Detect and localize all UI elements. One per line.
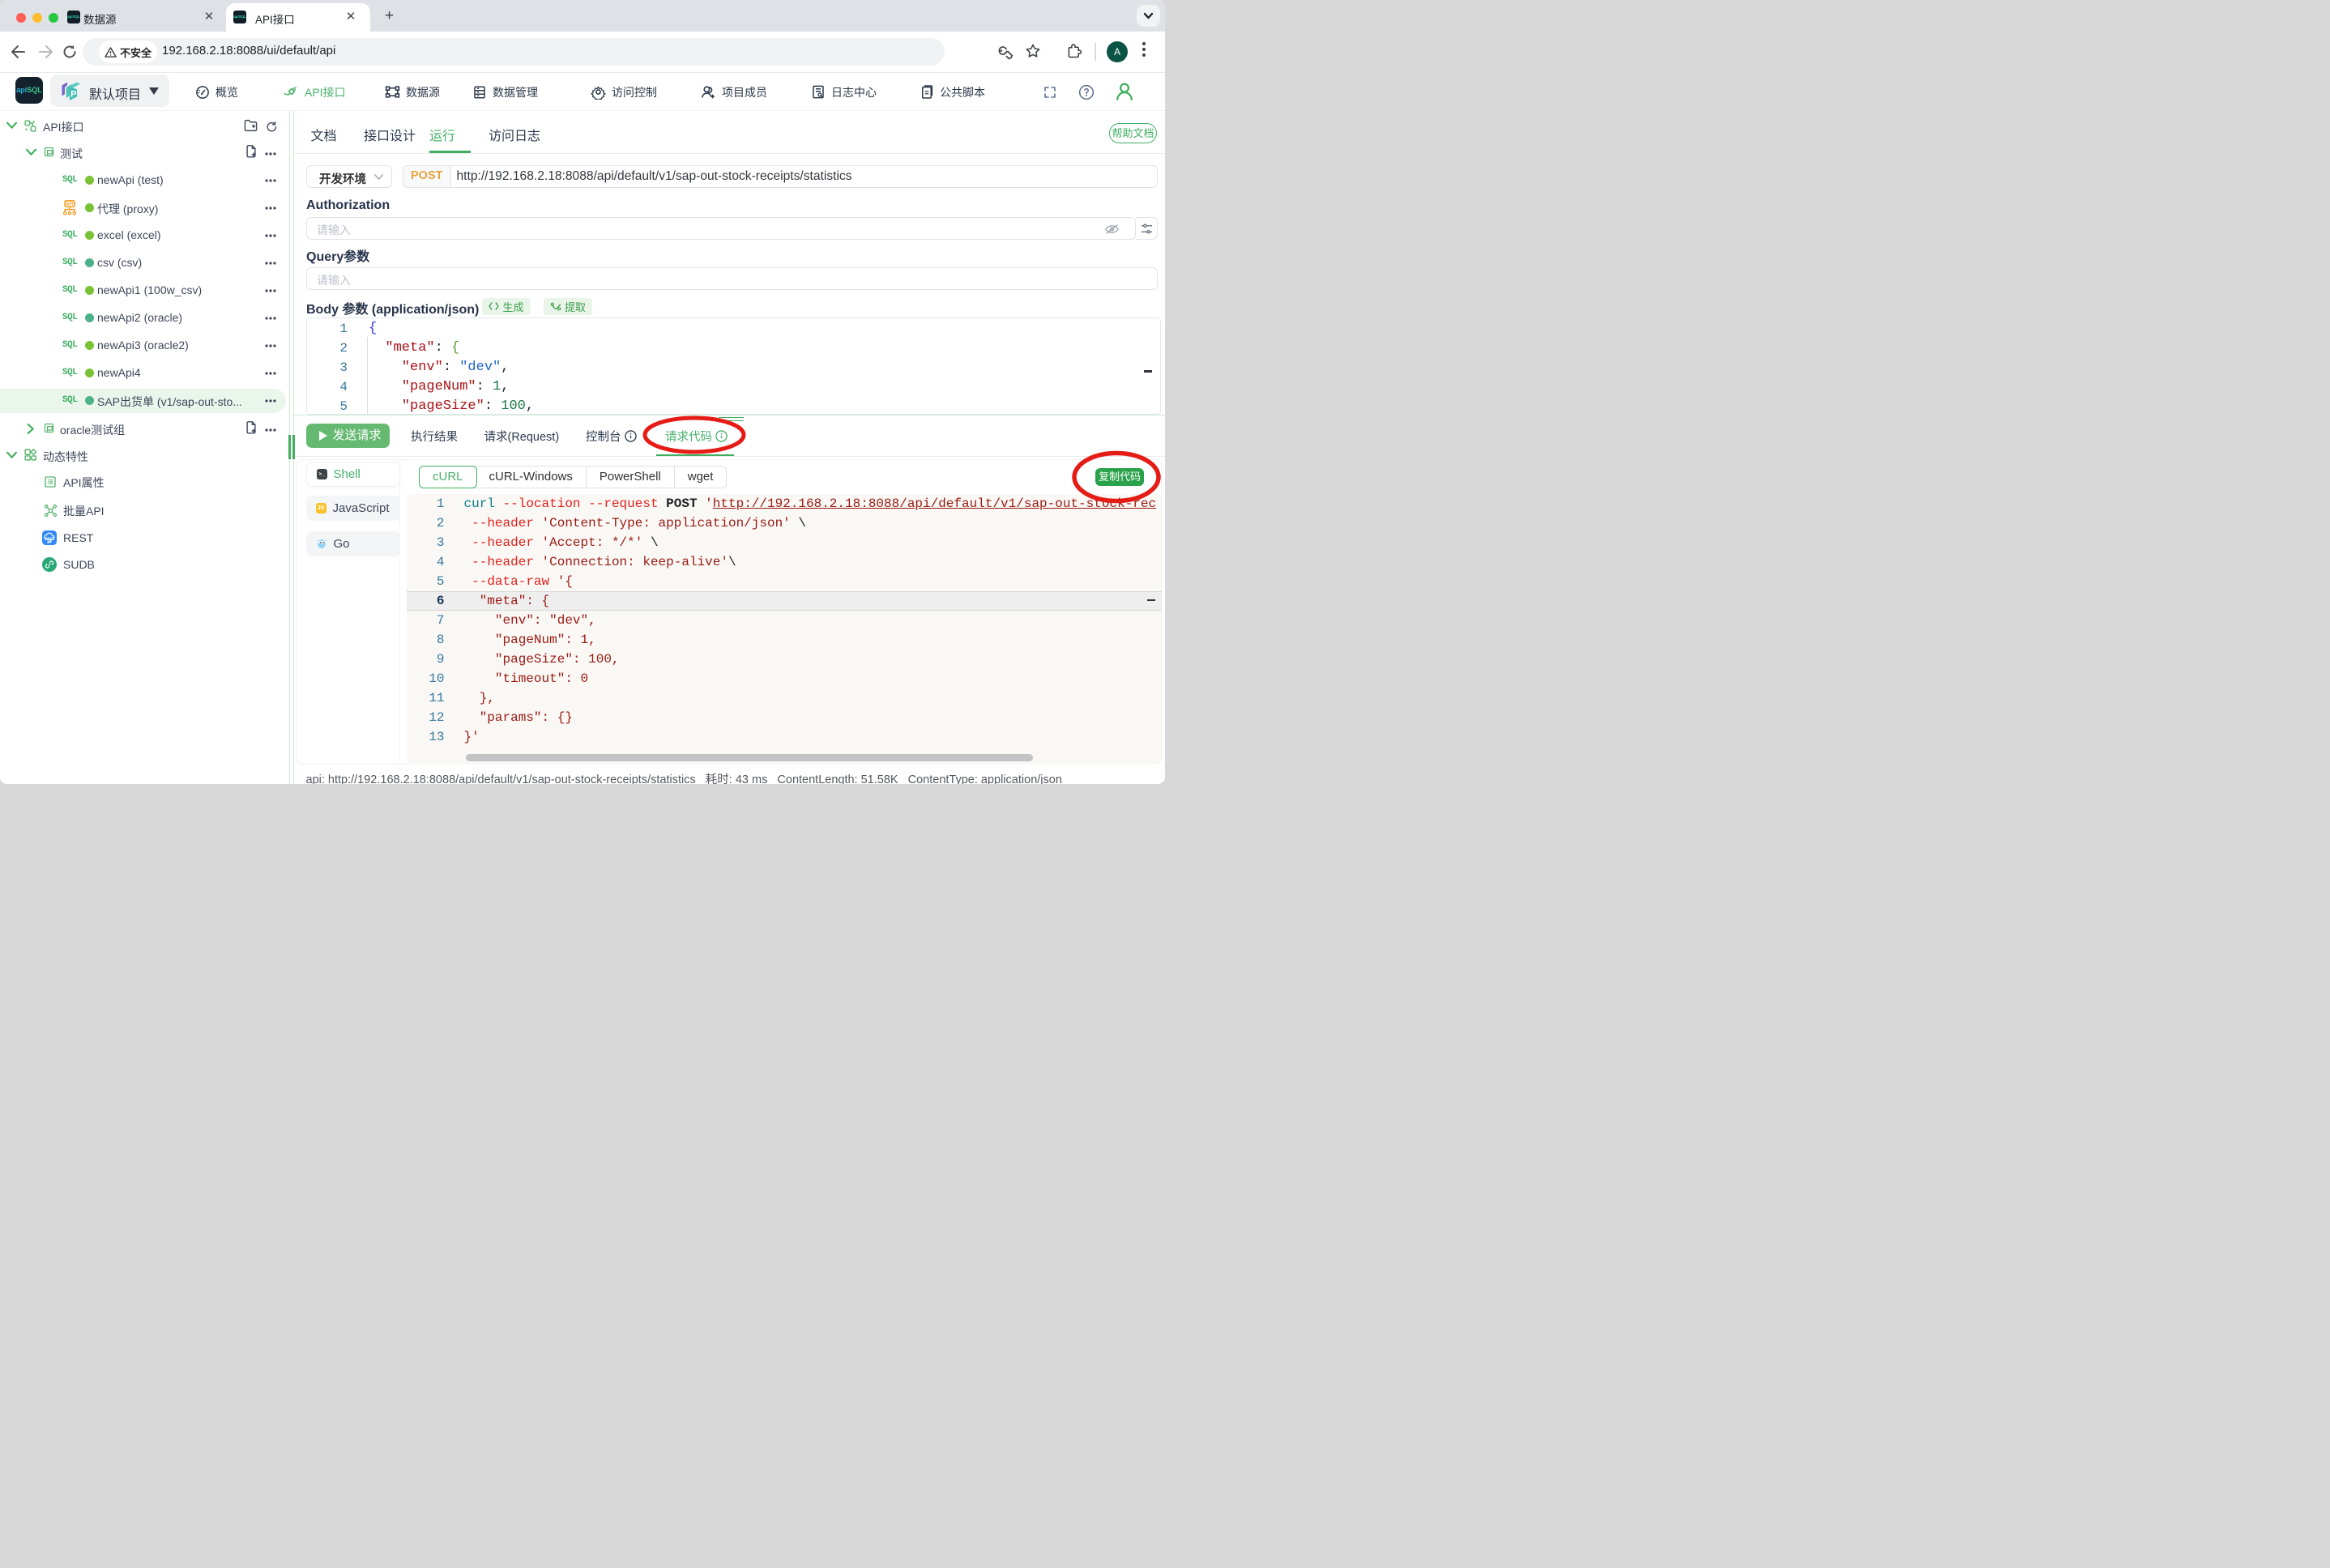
svg-text:API: API (66, 202, 74, 207)
svg-text:P: P (70, 90, 76, 100)
svg-text:REST: REST (45, 535, 54, 539)
